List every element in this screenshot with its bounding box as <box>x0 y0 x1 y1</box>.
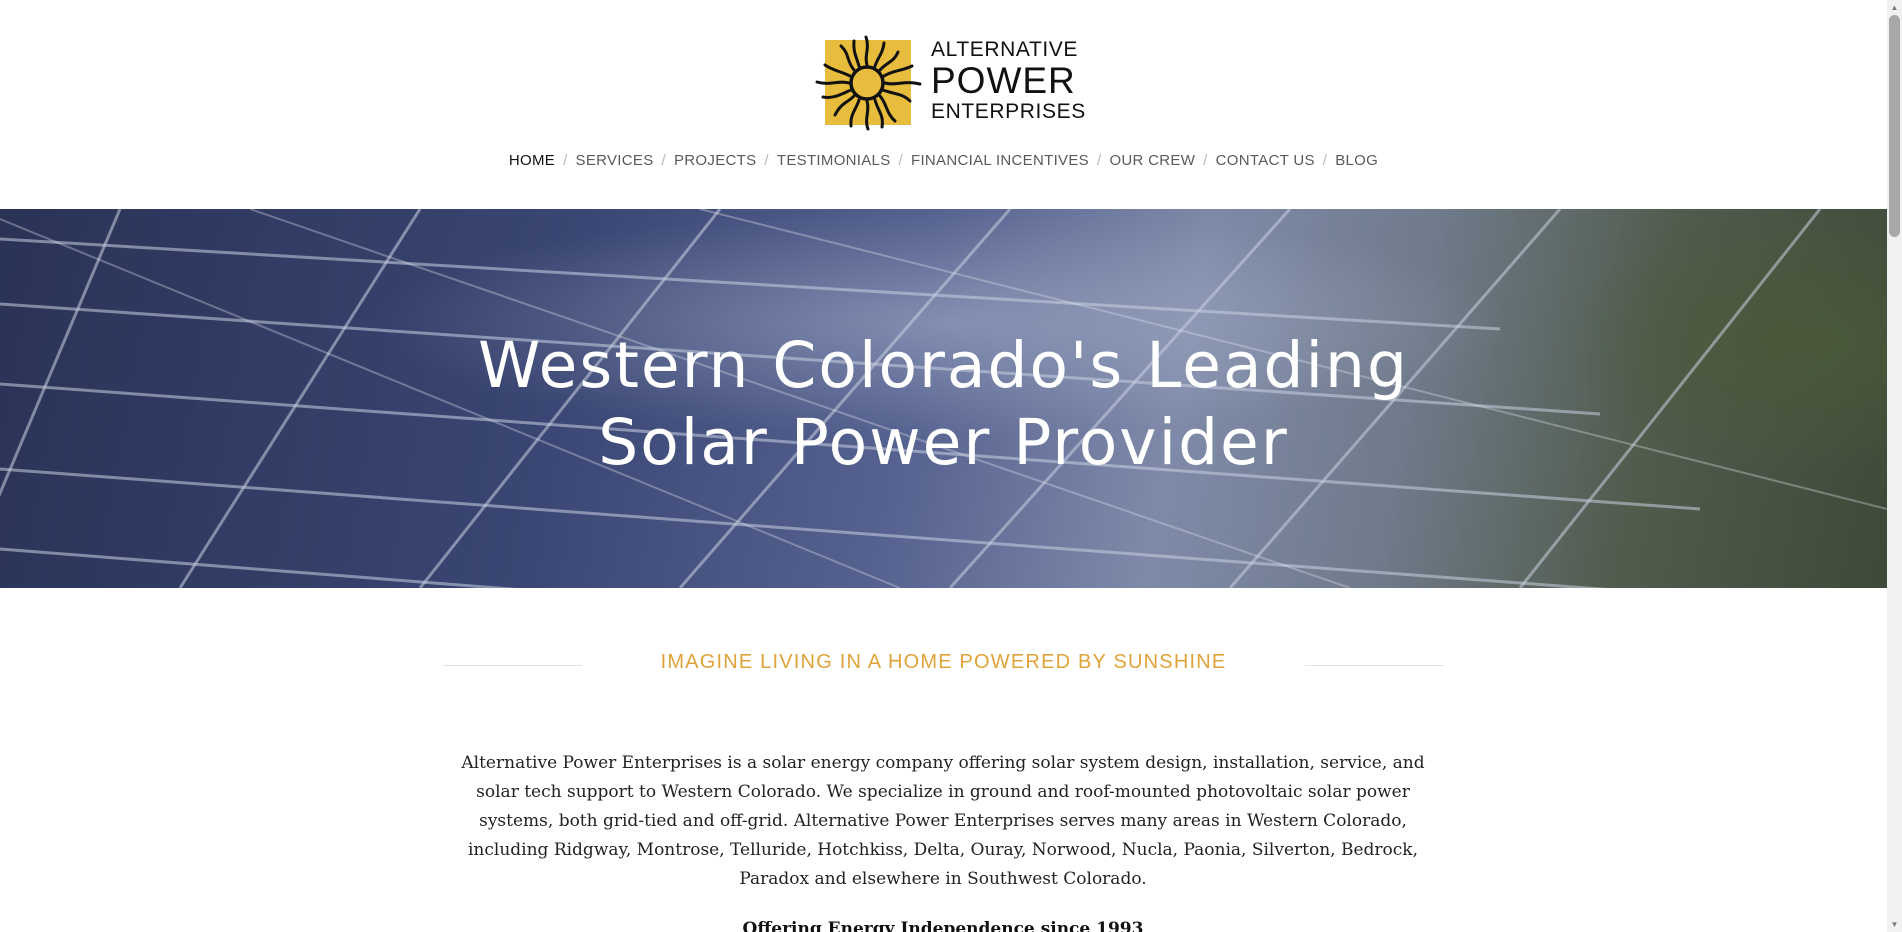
scroll-up-arrow-icon[interactable]: ▲ <box>1887 0 1902 15</box>
nav-separator: / <box>764 152 769 169</box>
site-header: ALTERNATIVE POWER ENTERPRISES HOME / SERVI… <box>0 0 1887 209</box>
nav-item-financial-incentives[interactable]: FINANCIAL INCENTIVES <box>911 152 1089 169</box>
heading-divider-right <box>1305 665 1444 666</box>
scrollbar-thumb[interactable] <box>1889 15 1900 237</box>
logo-line-1: ALTERNATIVE <box>931 38 1079 61</box>
logo-wordmark: ALTERNATIVE POWER ENTERPRISES <box>931 38 1086 123</box>
logo-line-2: POWER <box>931 60 1076 101</box>
nav-separator: / <box>563 152 568 169</box>
sun-logo-icon <box>815 35 922 131</box>
nav-separator: / <box>661 152 666 169</box>
hero-title-line-1: Western Colorado's Leading <box>478 329 1409 402</box>
hero-banner: Western Colorado's Leading Solar Power P… <box>0 209 1887 588</box>
nav-separator: / <box>1322 152 1328 169</box>
heading-divider-left <box>443 665 582 666</box>
nav-item-projects[interactable]: PROJECTS <box>674 152 756 169</box>
main-nav: HOME / SERVICES / PROJECTS / TESTIMONIALS / FINA… <box>0 152 1887 169</box>
nav-item-blog[interactable]: BLOG <box>1335 152 1378 169</box>
site-logo[interactable]: ALTERNATIVE POWER ENTERPRISES <box>810 33 1086 133</box>
nav-item-services[interactable]: SERVICES <box>576 152 654 169</box>
section-heading: IMAGINE LIVING IN A HOME POWERED BY SUNS… <box>660 651 1227 673</box>
since-tagline: Offering Energy Independence since 1993 <box>742 919 1144 932</box>
hero-title-line-2: Solar Power Provider <box>598 406 1289 479</box>
nav-item-home[interactable]: HOME <box>509 152 555 169</box>
nav-item-our-crew[interactable]: OUR CREW <box>1109 152 1195 169</box>
nav-separator: / <box>898 152 903 169</box>
logo-line-3: ENTERPRISES <box>931 100 1086 123</box>
page-scrollbar[interactable]: ▲ ▼ <box>1887 0 1902 932</box>
intro-paragraph: Alternative Power Enterprises is a solar… <box>461 753 1425 889</box>
scroll-down-arrow-icon[interactable]: ▼ <box>1887 917 1902 932</box>
nav-separator: / <box>1096 152 1102 169</box>
nav-separator: / <box>1203 152 1208 169</box>
page: ALTERNATIVE POWER ENTERPRISES HOME / SERVI… <box>0 0 1887 932</box>
nav-item-testimonials[interactable]: TESTIMONIALS <box>777 152 891 169</box>
hero-title: Western Colorado's Leading Solar Power P… <box>0 327 1887 481</box>
nav-item-contact-us[interactable]: CONTACT US <box>1216 152 1315 169</box>
